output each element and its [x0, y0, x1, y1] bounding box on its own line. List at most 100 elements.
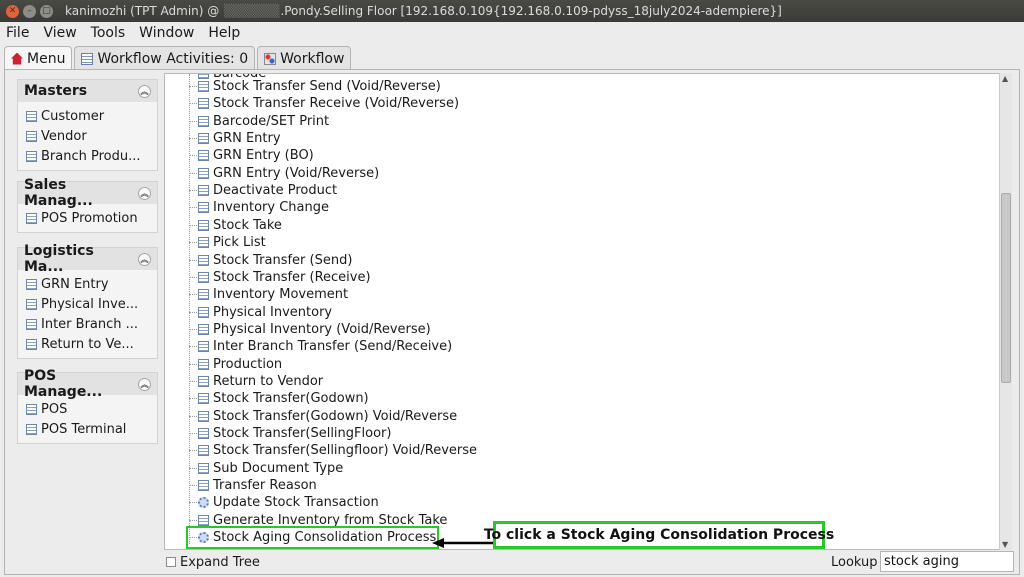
tab-workflow-activities[interactable]: Workflow Activities: 0: [74, 46, 256, 70]
tree-item[interactable]: Stock Transfer(Sellingfloor) Void/Revers…: [189, 442, 477, 459]
collapse-icon[interactable]: ︽: [138, 377, 151, 391]
menu-tools[interactable]: Tools: [91, 25, 126, 41]
document-icon: [198, 358, 209, 370]
sidebar-item-vendor[interactable]: Vendor: [26, 126, 157, 146]
menu-help[interactable]: Help: [208, 25, 240, 41]
scrollbar-thumb[interactable]: [1001, 193, 1011, 383]
tab-menu-label: Menu: [27, 50, 66, 67]
sidebar-item-label: Vendor: [41, 128, 87, 144]
lookup-input[interactable]: [880, 551, 1014, 572]
document-icon: [198, 237, 209, 249]
tree-item[interactable]: Stock Transfer Send (Void/Reverse): [189, 78, 441, 95]
tree-item-label: Inventory Change: [213, 200, 329, 216]
tree-item[interactable]: Return to Vendor: [189, 373, 323, 390]
sidebar-item-branch-product[interactable]: Branch Produ...: [26, 146, 157, 166]
document-icon: [198, 375, 209, 387]
tree-item-label: Physical Inventory (Void/Reverse): [213, 321, 431, 337]
sidebar-item-grn-entry[interactable]: GRN Entry: [26, 274, 157, 294]
tree-item[interactable]: Stock Transfer (Receive): [189, 269, 371, 286]
tree-item[interactable]: Stock Transfer(Godown): [189, 390, 369, 407]
tree-item[interactable]: Stock Transfer(SellingFloor): [189, 425, 391, 442]
sidebar-item-pos-promotion[interactable]: POS Promotion: [26, 208, 157, 228]
minimize-window-icon[interactable]: –: [23, 4, 36, 18]
document-icon: [198, 306, 209, 318]
tree-item[interactable]: Stock Transfer Receive (Void/Reverse): [189, 95, 459, 112]
sidebar-item-label: Branch Produ...: [41, 148, 141, 164]
sidebar-group-header[interactable]: Masters ︽: [18, 80, 157, 102]
tree-item[interactable]: Pick List: [189, 234, 266, 251]
close-window-icon[interactable]: ✕: [6, 4, 19, 18]
tree-item[interactable]: Stock Transfer(Godown) Void/Reverse: [189, 408, 457, 425]
tree-item[interactable]: Deactivate Product: [189, 182, 337, 199]
vertical-scrollbar[interactable]: ▲ ▼: [999, 73, 1012, 550]
collapse-icon[interactable]: ︽: [138, 84, 151, 98]
sidebar-item-inter-branch[interactable]: Inter Branch ...: [26, 314, 157, 334]
sidebar-group-header[interactable]: Logistics Ma... ︽: [18, 243, 157, 275]
sidebar-item-return-to-vendor[interactable]: Return to Ve...: [26, 334, 157, 354]
sidebar-group-title: POS Manage...: [24, 368, 103, 400]
tree-item-label: Stock Transfer Send (Void/Reverse): [213, 79, 441, 94]
sidebar-group-pos: POS Manage... ︽ POS POS Terminal: [17, 368, 158, 444]
sidebar-item-label: Inter Branch ...: [41, 316, 139, 332]
document-icon: [198, 98, 209, 110]
sidebar-item-label: POS Promotion: [41, 210, 138, 226]
menu-view[interactable]: View: [43, 25, 76, 41]
tree-item-label: Stock Transfer (Send): [213, 252, 353, 268]
sidebar-group-header[interactable]: POS Manage... ︽: [18, 368, 157, 400]
sidebar-group-title: Logistics Ma...: [24, 243, 94, 275]
gear-icon: [198, 532, 209, 544]
tree-item[interactable]: Inter Branch Transfer (Send/Receive): [189, 338, 452, 355]
collapse-icon[interactable]: ︽: [138, 186, 151, 200]
sidebar-item-label: Customer: [41, 108, 105, 124]
tree-item[interactable]: Stock Take: [189, 217, 282, 234]
document-icon: [198, 480, 209, 492]
tree-item[interactable]: Barcode/SET Print: [189, 113, 329, 130]
document-icon: [198, 254, 209, 266]
tree-item[interactable]: GRN Entry (Void/Reverse): [189, 165, 379, 182]
sidebar-item-customer[interactable]: Customer: [26, 106, 157, 126]
tree-item[interactable]: Production: [189, 356, 282, 373]
tree-item[interactable]: Sub Document Type: [189, 460, 343, 477]
tree-item[interactable]: Stock Transfer (Send): [189, 252, 352, 269]
tab-menu[interactable]: Menu: [4, 46, 73, 70]
tree-item-highlighted[interactable]: Stock Aging Consolidation Process: [185, 526, 440, 549]
menu-file[interactable]: File: [6, 25, 29, 41]
sidebar-item-pos-terminal[interactable]: POS Terminal: [26, 419, 157, 439]
menu-window[interactable]: Window: [139, 25, 194, 41]
document-icon: [26, 130, 37, 142]
tab-workflow[interactable]: Workflow: [257, 46, 352, 70]
sidebar-group-header[interactable]: Sales Manag... ︽: [18, 177, 157, 209]
sidebar-item-physical-inventory[interactable]: Physical Inve...: [26, 294, 157, 314]
tree-item[interactable]: Physical Inventory: [189, 304, 332, 321]
tree-item[interactable]: GRN Entry (BO): [189, 147, 314, 164]
scroll-down-icon[interactable]: ▼: [1002, 540, 1008, 549]
expand-tree-label[interactable]: Expand Tree: [180, 555, 260, 570]
document-icon: [26, 403, 37, 415]
expand-tree-checkbox[interactable]: [166, 557, 176, 567]
tree-item[interactable]: Inventory Movement: [189, 286, 348, 303]
document-icon: [198, 341, 209, 353]
document-icon: [198, 393, 209, 405]
tree-item[interactable]: Physical Inventory (Void/Reverse): [189, 321, 431, 338]
document-icon: [198, 410, 209, 422]
tree-item-label: Stock Transfer(Godown): [213, 391, 369, 407]
scroll-up-icon[interactable]: ▲: [1002, 74, 1008, 83]
document-icon: [26, 423, 37, 435]
tree-item[interactable]: Generate Inventory from Stock Take: [189, 512, 447, 529]
menu-tree: Barcode Stock Transfer Send (Void/Revers…: [164, 73, 1012, 550]
collapse-icon[interactable]: ︽: [138, 252, 151, 266]
menu-bar: File View Tools Window Help: [0, 22, 1024, 44]
maximize-window-icon[interactable]: □: [40, 4, 53, 18]
tree-item-label: Inter Branch Transfer (Send/Receive): [213, 339, 453, 355]
tree-item[interactable]: Update Stock Transaction: [189, 494, 379, 511]
tree-item[interactable]: Transfer Reason: [189, 477, 317, 494]
sidebar-group-title: Masters: [24, 83, 88, 99]
sidebar-item-pos[interactable]: POS: [26, 399, 157, 419]
sidebar-item-label: Return to Ve...: [41, 336, 134, 352]
tree-item-label: Stock Aging Consolidation Process: [213, 530, 437, 546]
sidebar-group-logistics: Logistics Ma... ︽ GRN Entry Physical Inv…: [17, 243, 158, 359]
tree-item[interactable]: Inventory Change: [189, 199, 329, 216]
redacted-host: ▒▒▒▒▒▒: [220, 4, 280, 18]
tab-strip: Menu Workflow Activities: 0 Workflow: [4, 46, 353, 70]
tree-item[interactable]: GRN Entry: [189, 130, 281, 147]
